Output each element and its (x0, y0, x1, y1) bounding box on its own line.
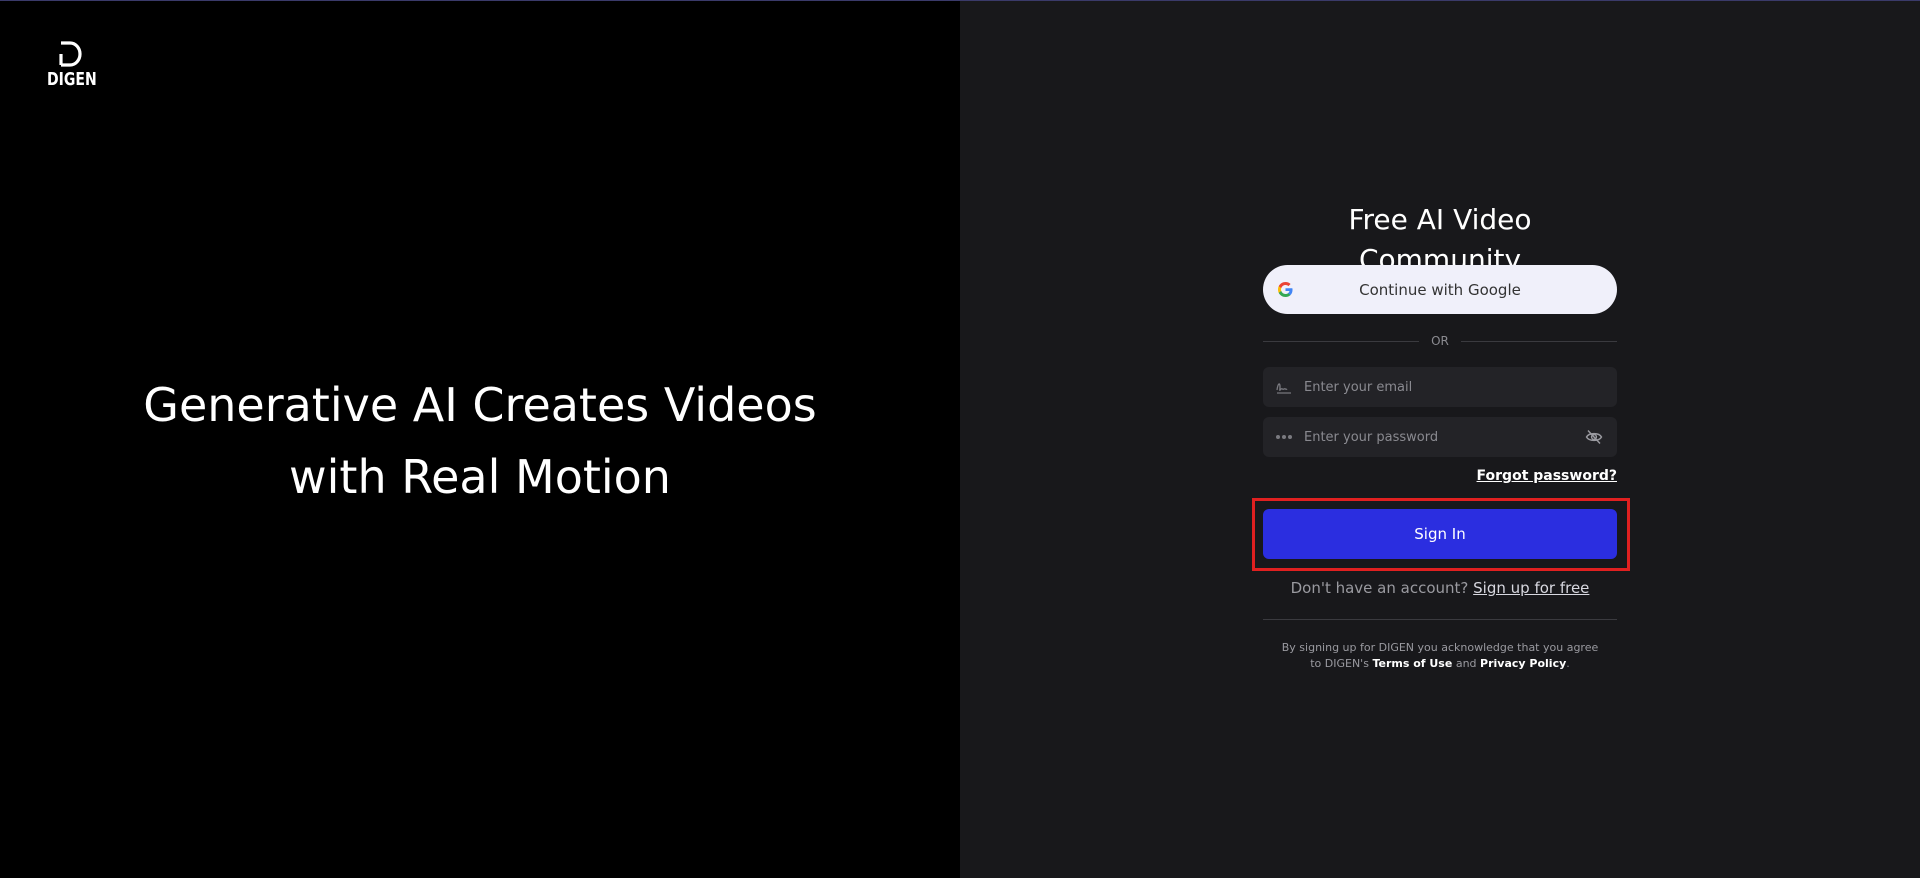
legal-line-1: By signing up for DIGEN you acknowledge … (1281, 641, 1599, 654)
sign-in-button[interactable]: Sign In (1263, 509, 1617, 559)
signature-icon (1276, 383, 1291, 394)
sign-in-form: Free AI Video Community Continue with Go… (1252, 200, 1630, 670)
legal-line-2: to DIGEN's Terms of Use and Privacy Poli… (1263, 656, 1617, 672)
hero-line-2: with Real Motion (289, 450, 671, 504)
logo-text: DIGEN (47, 69, 97, 90)
hero-headline: Generative AI Creates Videos with Real M… (80, 369, 880, 513)
email-input[interactable] (1304, 379, 1584, 395)
privacy-policy-link[interactable]: Privacy Policy (1480, 657, 1566, 670)
brand-logo[interactable]: DIGEN (47, 41, 97, 93)
form-divider (1263, 619, 1617, 620)
sign-up-link[interactable]: Sign up for free (1473, 579, 1589, 597)
legal-and: and (1455, 657, 1477, 670)
email-field-wrapper (1263, 367, 1617, 407)
google-button-label: Continue with Google (1359, 280, 1521, 299)
continue-with-google-button[interactable]: Continue with Google (1263, 265, 1617, 314)
or-separator: OR (1263, 333, 1618, 349)
eye-off-icon[interactable] (1585, 428, 1603, 446)
forgot-password-link[interactable]: Forgot password? (1477, 468, 1617, 484)
or-line-left (1263, 340, 1420, 342)
or-label: OR (1431, 334, 1449, 348)
legal-prefix: to DIGEN's (1310, 657, 1369, 670)
legal-suffix: . (1566, 657, 1570, 670)
no-account-text: Don't have an account? (1290, 579, 1469, 597)
password-input[interactable] (1304, 429, 1584, 445)
dots-icon (1276, 435, 1292, 439)
legal-notice: By signing up for DIGEN you acknowledge … (1263, 640, 1617, 672)
password-field-wrapper (1263, 417, 1617, 457)
hero-line-1: Generative AI Creates Videos (143, 378, 817, 432)
or-line-right (1460, 340, 1618, 342)
terms-of-use-link[interactable]: Terms of Use (1372, 657, 1452, 670)
google-g-icon (1278, 282, 1293, 297)
signup-prompt: Don't have an account? Sign up for free (1263, 579, 1617, 597)
left-panel: DIGEN Generative AI Creates Videos with … (0, 1, 960, 878)
digen-logo-icon (59, 41, 82, 67)
